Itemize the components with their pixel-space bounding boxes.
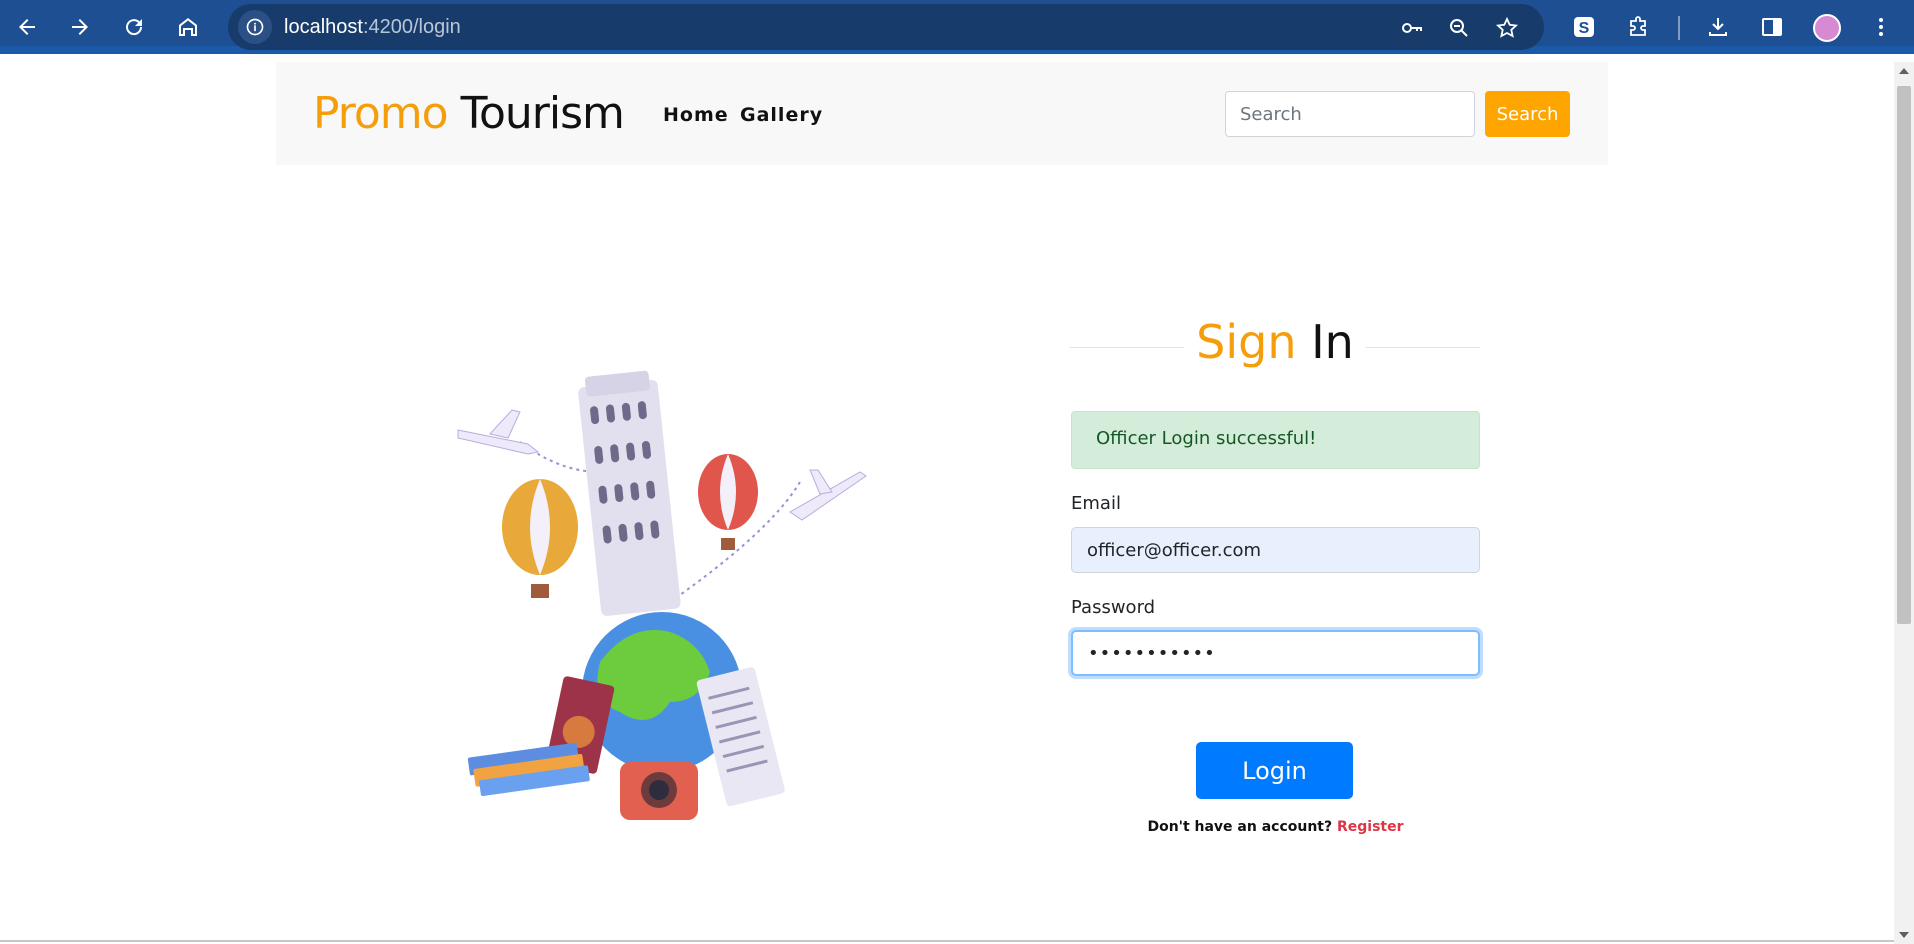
reload-icon[interactable] xyxy=(115,8,153,46)
search-button[interactable]: Search xyxy=(1485,91,1570,137)
site-navbar: Promo Tourism Home Gallery Search xyxy=(276,62,1608,165)
password-field[interactable] xyxy=(1071,630,1480,676)
brand-logo[interactable]: Promo Tourism xyxy=(313,88,625,139)
svg-text:S: S xyxy=(1579,20,1590,37)
s-extension-icon[interactable]: S xyxy=(1565,8,1603,46)
zoom-out-icon[interactable] xyxy=(1445,14,1473,42)
key-icon[interactable] xyxy=(1398,14,1426,42)
puzzle-icon[interactable] xyxy=(1620,8,1658,46)
register-prompt-text: Don't have an account? xyxy=(1147,819,1333,835)
url-path: :4200/login xyxy=(362,16,461,38)
star-icon[interactable] xyxy=(1493,14,1521,42)
email-field[interactable] xyxy=(1071,527,1480,573)
window-bottom-border xyxy=(0,940,1894,942)
title-part1: Sign xyxy=(1196,315,1297,369)
toolbar-divider xyxy=(1678,16,1680,40)
register-prompt: Don't have an account? Register xyxy=(1071,819,1480,835)
info-icon[interactable] xyxy=(238,10,272,44)
avatar[interactable] xyxy=(1813,14,1841,42)
page-title: Sign In xyxy=(1070,315,1480,369)
scroll-down-icon[interactable] xyxy=(1899,932,1909,938)
register-link[interactable]: Register xyxy=(1337,819,1404,835)
home-icon[interactable] xyxy=(169,8,207,46)
search-input[interactable] xyxy=(1225,91,1475,137)
kebab-menu-icon[interactable] xyxy=(1862,8,1900,46)
scroll-up-icon[interactable] xyxy=(1899,68,1909,74)
login-button[interactable]: Login xyxy=(1196,742,1353,799)
brand-part1: Promo xyxy=(313,88,449,139)
url-host: localhost xyxy=(284,16,363,38)
page-scrollbar[interactable] xyxy=(1894,62,1914,944)
nav-link-home[interactable]: Home xyxy=(663,104,729,126)
brand-part2: Tourism xyxy=(460,88,625,139)
success-alert: Officer Login successful! xyxy=(1071,411,1480,469)
email-label: Email xyxy=(1071,493,1121,514)
back-arrow-icon[interactable] xyxy=(8,8,46,46)
browser-toolbar: localhost:4200/login S xyxy=(0,0,1914,54)
forward-arrow-icon[interactable] xyxy=(61,8,99,46)
url-text[interactable]: localhost:4200/login xyxy=(284,16,461,39)
title-part2: In xyxy=(1311,315,1354,369)
page-content: Promo Tourism Home Gallery Search Search… xyxy=(0,62,1894,944)
download-icon[interactable] xyxy=(1699,8,1737,46)
password-label: Password xyxy=(1071,597,1156,618)
scrollbar-thumb[interactable] xyxy=(1897,86,1911,624)
address-bar[interactable]: localhost:4200/login xyxy=(228,4,1544,50)
side-panel-icon[interactable] xyxy=(1753,8,1791,46)
travel-illustration xyxy=(457,370,867,820)
nav-link-gallery[interactable]: Gallery xyxy=(740,104,823,126)
